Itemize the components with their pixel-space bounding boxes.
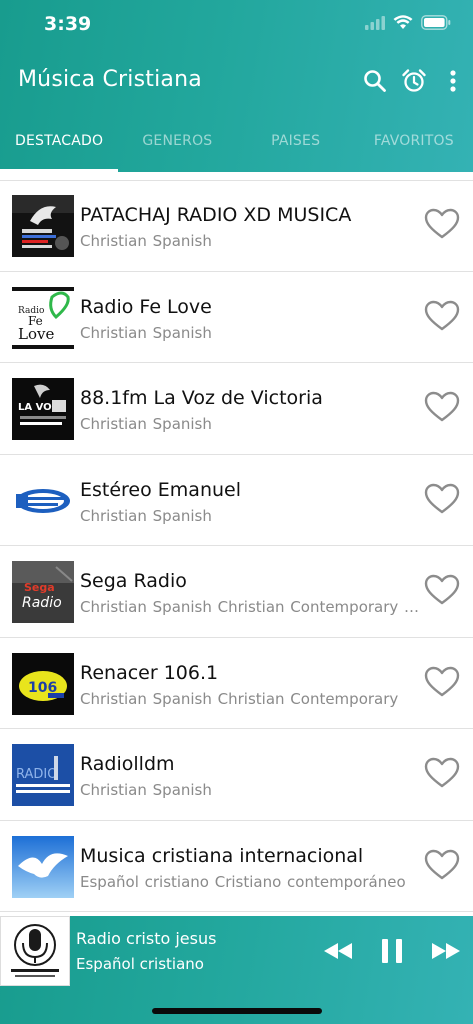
station-name: Renacer 106.1 — [80, 661, 219, 684]
heart-outline-icon — [424, 208, 460, 239]
tab-paises[interactable]: PAISES — [237, 112, 355, 172]
home-indicator[interactable] — [152, 1008, 322, 1014]
favorite-button[interactable] — [424, 208, 462, 242]
svg-text:RADIO: RADIO — [16, 767, 57, 782]
rewind-button[interactable] — [320, 936, 356, 966]
favorite-button[interactable] — [424, 391, 462, 425]
status-time: 3:39 — [44, 13, 92, 35]
svg-text:Radio: Radio — [22, 595, 62, 611]
renacer-logo-icon: 106 — [12, 652, 74, 715]
tab-bar: DESTACADO GENEROS PAISES FAVORITOS — [0, 112, 473, 172]
station-genres: Christian Spanish — [80, 232, 212, 250]
svg-text:Sega: Sega — [24, 581, 55, 594]
station-genres: Christian Spanish Christian Contemporary — [80, 689, 399, 708]
more-options-button[interactable] — [438, 66, 468, 96]
battery-icon — [421, 15, 451, 30]
app-title: Música Cristiana — [18, 67, 202, 92]
fast-forward-button[interactable] — [428, 936, 464, 966]
heart-outline-icon — [424, 574, 460, 605]
station-name: Estéreo Emanuel — [80, 478, 241, 501]
station-genres: Christian Spanish — [80, 415, 212, 433]
favorite-button[interactable] — [424, 483, 462, 517]
pause-button[interactable] — [376, 936, 408, 966]
station-logo: Radio Fe Love — [12, 286, 74, 349]
station-genres: Christian Spanish — [80, 506, 212, 525]
favorite-button[interactable] — [424, 666, 462, 700]
alarm-clock-icon — [402, 69, 426, 92]
station-name: Sega Radio — [80, 570, 187, 592]
station-row[interactable]: RADIO Radiolldm Christian Spanish — [0, 729, 473, 821]
station-name: 88.1fm La Voz de Victoria — [80, 387, 323, 409]
heart-outline-icon — [424, 300, 460, 330]
favorite-button[interactable] — [424, 849, 462, 883]
status-bar: 3:39 — [0, 0, 473, 52]
station-row[interactable]: 106 Renacer 106.1 Christian Spanish Chri… — [0, 638, 473, 729]
now-playing-logo — [0, 916, 70, 986]
estereo-emanuel-logo-icon — [12, 469, 74, 532]
station-row[interactable]: Radio Fe Love Radio Fe Love Christian Sp… — [0, 272, 473, 363]
app-header: 3:39 Música Cristiana DESTACADO GENEROS … — [0, 0, 473, 172]
app-bar: Música Cristiana — [0, 60, 473, 104]
wifi-icon — [393, 15, 413, 29]
station-name: Radio Fe Love — [80, 295, 212, 318]
alarm-button[interactable] — [399, 66, 429, 96]
heart-outline-icon — [424, 666, 460, 696]
tab-destacado[interactable]: DESTACADO — [0, 112, 119, 172]
more-vertical-icon — [450, 70, 456, 92]
station-genres: Christian Spanish — [80, 323, 212, 342]
station-row[interactable]: LA VOZ 88.1fm La Voz de Victoria Christi… — [0, 363, 473, 455]
pause-icon — [382, 939, 402, 963]
station-row[interactable]: Sega Radio Sega Radio Christian Spanish … — [0, 546, 473, 638]
dove-sky-logo-icon — [12, 835, 74, 898]
station-name: Musica cristiana internacional — [80, 844, 364, 867]
station-logo: Sega Radio — [12, 561, 74, 623]
la-voz-logo-icon: LA VOZ — [12, 378, 74, 440]
svg-text:Love: Love — [18, 325, 54, 343]
heart-outline-icon — [424, 483, 460, 513]
station-list: PATACHAJ RADIO XD MUSICA Christian Spani… — [0, 180, 473, 912]
sega-radio-logo-icon: Sega Radio — [12, 561, 74, 623]
heart-outline-icon — [424, 849, 460, 879]
heart-outline-icon — [424, 391, 460, 422]
dove-logo-icon — [12, 195, 74, 257]
station-logo — [12, 469, 74, 532]
station-logo: LA VOZ — [12, 378, 74, 440]
rewind-icon — [324, 943, 352, 959]
favorite-button[interactable] — [424, 300, 462, 334]
station-name: Radiolldm — [80, 753, 175, 775]
station-genres: Christian Spanish Christian Contemporary… — [80, 598, 420, 616]
station-logo: 106 — [12, 652, 74, 715]
station-logo — [12, 195, 74, 257]
radiolldm-logo-icon: RADIO — [12, 744, 74, 806]
fast-forward-icon — [432, 943, 460, 959]
status-icons — [365, 15, 451, 30]
station-row[interactable]: Estéreo Emanuel Christian Spanish — [0, 455, 473, 546]
favorite-button[interactable] — [424, 757, 462, 791]
station-row[interactable]: PATACHAJ RADIO XD MUSICA Christian Spani… — [0, 180, 473, 272]
microphone-logo-icon — [1, 917, 69, 985]
station-logo — [12, 835, 74, 898]
search-icon — [364, 70, 386, 92]
station-logo: RADIO — [12, 744, 74, 806]
favorite-button[interactable] — [424, 574, 462, 608]
now-playing-title: Radio cristo jesus — [76, 929, 217, 948]
station-name: PATACHAJ RADIO XD MUSICA — [80, 204, 352, 226]
search-button[interactable] — [360, 66, 390, 96]
station-row[interactable]: Musica cristiana internacional Español c… — [0, 821, 473, 912]
station-genres: Christian Spanish — [80, 781, 212, 799]
now-playing-genre: Español cristiano — [76, 955, 204, 973]
tab-generos[interactable]: GENEROS — [118, 112, 236, 172]
signal-icon — [365, 15, 385, 30]
tab-favoritos[interactable]: FAVORITOS — [355, 112, 473, 172]
station-genres: Español cristiano Cristiano contemporáne… — [80, 872, 406, 891]
heart-outline-icon — [424, 757, 460, 788]
fe-love-logo-icon: Radio Fe Love — [12, 286, 74, 349]
